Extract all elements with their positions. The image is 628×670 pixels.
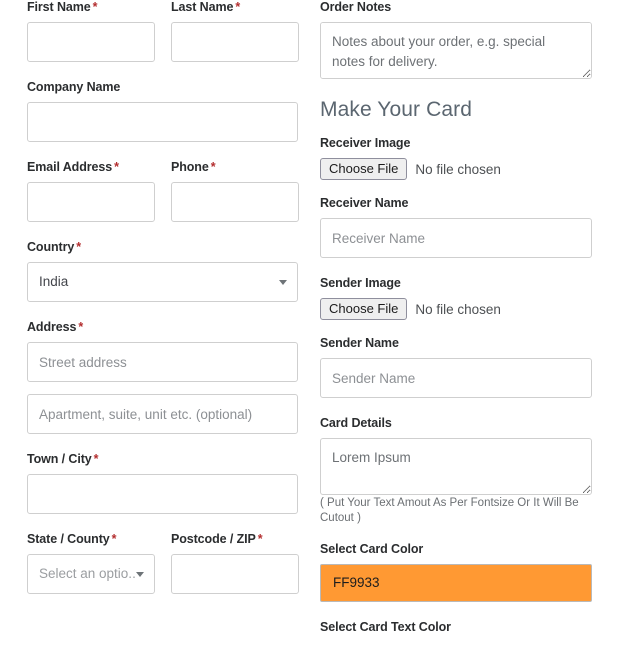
sender-image-choose-file-button[interactable]: Choose File — [320, 298, 408, 321]
address-line2-field — [27, 394, 298, 434]
contact-row: Email Address * Phone * — [27, 160, 299, 222]
postcode-zip-field: Postcode / ZIP * — [171, 532, 299, 594]
company-name-field: Company Name — [27, 80, 298, 142]
required-marker: * — [111, 532, 117, 546]
postcode-zip-label: Postcode / ZIP * — [171, 532, 299, 547]
required-marker: * — [76, 240, 81, 254]
email-label-text: Email Address — [27, 160, 113, 174]
sender-name-input[interactable] — [320, 358, 592, 399]
country-label: Country * — [27, 240, 298, 255]
select-card-text-color-field: Select Card Text Color — [320, 620, 592, 635]
last-name-field: Last Name * — [171, 0, 299, 62]
sender-image-label: Sender Image — [320, 276, 401, 291]
order-and-card-column: Order Notes Make Your Card Receiver Imag… — [320, 0, 592, 643]
last-name-input[interactable] — [171, 22, 299, 62]
required-marker: * — [235, 0, 241, 14]
sender-image-file-status: No file chosen — [415, 301, 501, 317]
town-city-field: Town / City * — [27, 452, 298, 514]
select-card-text-color-label: Select Card Text Color — [320, 620, 451, 635]
sender-name-field: Sender Name — [320, 336, 592, 399]
card-color-swatch[interactable]: FF9933 — [320, 564, 592, 603]
select-card-color-field: Select Card Color FF9933 — [320, 542, 592, 603]
address-label-text: Address — [27, 320, 77, 334]
receiver-image-field: Receiver Image Choose File No file chose… — [320, 136, 592, 181]
postcode-zip-label-text: Postcode / ZIP — [171, 532, 256, 546]
email-label: Email Address * — [27, 160, 155, 175]
sender-image-file-row[interactable]: Choose File No file chosen — [320, 298, 592, 321]
order-notes-label: Order Notes — [320, 0, 392, 14]
country-label-text: Country — [27, 240, 75, 254]
required-marker: * — [93, 452, 99, 466]
billing-details-column: First Name * Last Name * Company Name Emai… — [27, 0, 299, 612]
town-city-label: Town / City * — [27, 452, 298, 467]
first-name-input[interactable] — [27, 22, 155, 62]
receiver-image-file-status: No file chosen — [415, 161, 501, 177]
sender-name-label: Sender Name — [320, 336, 399, 351]
postcode-zip-input[interactable] — [171, 554, 299, 594]
email-field: Email Address * — [27, 160, 155, 222]
address-label: Address * — [27, 320, 298, 335]
receiver-name-label: Receiver Name — [320, 196, 409, 211]
receiver-image-choose-file-button[interactable]: Choose File — [320, 158, 408, 181]
make-your-card-heading: Make Your Card — [320, 98, 472, 121]
state-county-select-wrapper[interactable]: Select an optio.. — [27, 554, 155, 594]
receiver-name-input[interactable] — [320, 218, 592, 259]
company-name-input[interactable] — [27, 102, 298, 142]
card-details-field: Card Details ( Put Your Text Amout As Pe… — [320, 416, 592, 526]
card-details-textarea[interactable] — [320, 438, 592, 496]
checkout-form-page: First Name * Last Name * Company Name Emai… — [0, 0, 628, 670]
required-marker: * — [210, 160, 216, 174]
address-line2-input[interactable] — [27, 394, 298, 434]
card-details-hint: ( Put Your Text Amout As Per Fontsize Or… — [320, 497, 579, 525]
last-name-label: Last Name * — [171, 0, 299, 15]
name-row: First Name * Last Name * — [27, 0, 299, 62]
last-name-label-text: Last Name — [171, 0, 234, 14]
first-name-label: First Name * — [27, 0, 155, 15]
receiver-image-label: Receiver Image — [320, 136, 411, 151]
country-select[interactable]: India — [27, 262, 298, 302]
town-city-input[interactable] — [27, 474, 298, 514]
phone-label: Phone * — [171, 160, 299, 175]
state-county-field: State / County * Select an optio.. — [27, 532, 155, 594]
order-notes-field: Order Notes — [320, 0, 592, 79]
phone-input[interactable] — [171, 182, 299, 222]
state-postcode-row: State / County * Select an optio.. Postco… — [27, 532, 299, 594]
required-marker: * — [92, 0, 98, 14]
first-name-field: First Name * — [27, 0, 155, 62]
company-name-label: Company Name — [27, 80, 121, 94]
address-line1-input[interactable] — [27, 342, 298, 382]
receiver-name-field: Receiver Name — [320, 196, 592, 259]
required-marker: * — [257, 532, 263, 546]
select-card-color-label: Select Card Color — [320, 542, 424, 557]
receiver-image-file-row[interactable]: Choose File No file chosen — [320, 158, 592, 181]
first-name-label-text: First Name — [27, 0, 91, 14]
state-county-label: State / County * — [27, 532, 155, 547]
town-city-label-text: Town / City — [27, 452, 92, 466]
email-input[interactable] — [27, 182, 155, 222]
phone-label-text: Phone — [171, 160, 209, 174]
phone-field: Phone * — [171, 160, 299, 222]
country-field: Country * India — [27, 240, 298, 302]
card-details-label: Card Details — [320, 416, 392, 431]
address-field: Address * — [27, 320, 298, 382]
order-notes-textarea[interactable] — [320, 22, 592, 79]
state-county-select[interactable]: Select an optio.. — [27, 554, 155, 594]
country-select-wrapper[interactable]: India — [27, 262, 298, 302]
required-marker: * — [78, 320, 84, 334]
required-marker: * — [114, 160, 119, 174]
sender-image-field: Sender Image Choose File No file chosen — [320, 276, 592, 321]
state-county-label-text: State / County — [27, 532, 110, 546]
